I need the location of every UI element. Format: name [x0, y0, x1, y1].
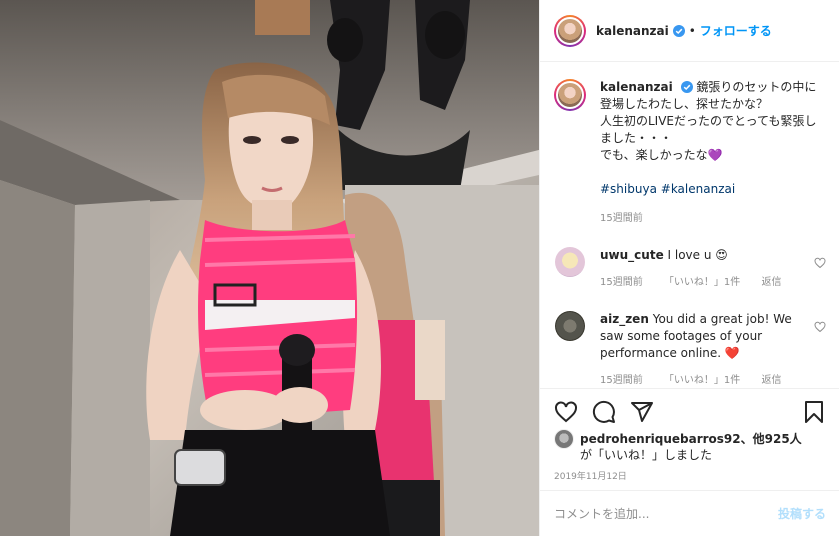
caption-time: 15週間前 — [600, 213, 643, 224]
comment-icon[interactable] — [592, 400, 616, 424]
header-separator: • — [688, 23, 696, 38]
post-container: kalenanzai • フォローする kalenanzai 鏡張りのセットの中… — [0, 0, 839, 536]
caption: kalenanzai 鏡張りのセットの中に登場したわたし、探せたかな？ 人生初の… — [554, 79, 826, 227]
verified-icon — [672, 24, 685, 37]
post-header: kalenanzai • フォローする — [540, 0, 839, 62]
likes-text: pedrohenriquebarros92、他925人 が「いいね！」しました — [580, 431, 802, 463]
add-comment-bar: 投稿する — [540, 490, 839, 536]
comment-likes[interactable]: 「いいね！」1件 — [664, 277, 740, 288]
caption-avatar[interactable] — [554, 79, 586, 111]
small-heart-icon[interactable] — [814, 321, 826, 333]
comment-text: I love u 😍 — [667, 248, 728, 262]
hashtag-link[interactable]: #shibuya — [600, 182, 657, 196]
post-comment-button[interactable]: 投稿する — [778, 505, 826, 522]
author-avatar[interactable] — [554, 14, 586, 47]
comment-body: aiz_zen You did a great job! We saw some… — [600, 311, 812, 388]
reply-button[interactable]: 返信 — [761, 375, 781, 386]
liker-avatar[interactable] — [554, 429, 574, 449]
bookmark-icon[interactable] — [802, 400, 826, 424]
comment-item: aiz_zen You did a great job! We saw some… — [554, 311, 826, 388]
commenter-avatar[interactable] — [555, 311, 585, 341]
caption-body: kalenanzai 鏡張りのセットの中に登場したわたし、探せたかな？ 人生初の… — [600, 79, 824, 227]
post-date: 2019年11月12日 — [554, 472, 627, 482]
comment-time: 15週間前 — [600, 277, 643, 288]
comment-meta: 15週間前 「いいね！」1件 返信 — [600, 372, 812, 388]
heart-icon[interactable] — [554, 400, 578, 424]
follow-button[interactable]: フォローする — [700, 22, 772, 39]
reply-button[interactable]: 返信 — [761, 277, 781, 288]
post-side-panel: kalenanzai • フォローする kalenanzai 鏡張りのセットの中… — [539, 0, 839, 536]
action-icons — [554, 389, 826, 435]
likes-summary: pedrohenriquebarros92、他925人 が「いいね！」しました — [554, 429, 826, 463]
comment-item: uwu_cute I love u 😍 15週間前 「いいね！」1件 返信 — [554, 247, 826, 291]
post-actions: pedrohenriquebarros92、他925人 が「いいね！」しました … — [540, 388, 839, 482]
comment-body: uwu_cute I love u 😍 15週間前 「いいね！」1件 返信 — [600, 247, 812, 291]
share-icon[interactable] — [630, 400, 654, 424]
verified-icon — [680, 81, 693, 93]
liker-username[interactable]: pedrohenriquebarros92 — [580, 432, 741, 446]
hashtag-link[interactable]: #kalenanzai — [661, 182, 735, 196]
author-username[interactable]: kalenanzai — [596, 24, 669, 38]
caption-hashtags: #shibuya #kalenanzai — [600, 181, 824, 198]
likes-others[interactable]: 、他925人 — [741, 432, 802, 446]
commenter-username[interactable]: aiz_zen — [600, 312, 649, 326]
comment-meta: 15週間前 「いいね！」1件 返信 — [600, 274, 812, 291]
post-photo[interactable] — [0, 0, 539, 536]
likes-line2: が「いいね！」しました — [580, 448, 713, 462]
commenter-avatar[interactable] — [555, 247, 585, 277]
comments-section[interactable]: kalenanzai 鏡張りのセットの中に登場したわたし、探せたかな？ 人生初の… — [540, 63, 839, 388]
caption-line-2: 人生初のLIVEだったのでとっても緊張しました・・・ — [600, 114, 817, 145]
small-heart-icon[interactable] — [814, 257, 826, 269]
comment-likes[interactable]: 「いいね！」1件 — [664, 375, 740, 386]
comment-time: 15週間前 — [600, 375, 643, 386]
comment-input[interactable] — [554, 506, 778, 521]
commenter-username[interactable]: uwu_cute — [600, 248, 664, 262]
caption-username[interactable]: kalenanzai — [600, 80, 673, 94]
photo-illustration — [0, 0, 539, 536]
caption-line-3: でも、楽しかったな💜 — [600, 148, 723, 162]
